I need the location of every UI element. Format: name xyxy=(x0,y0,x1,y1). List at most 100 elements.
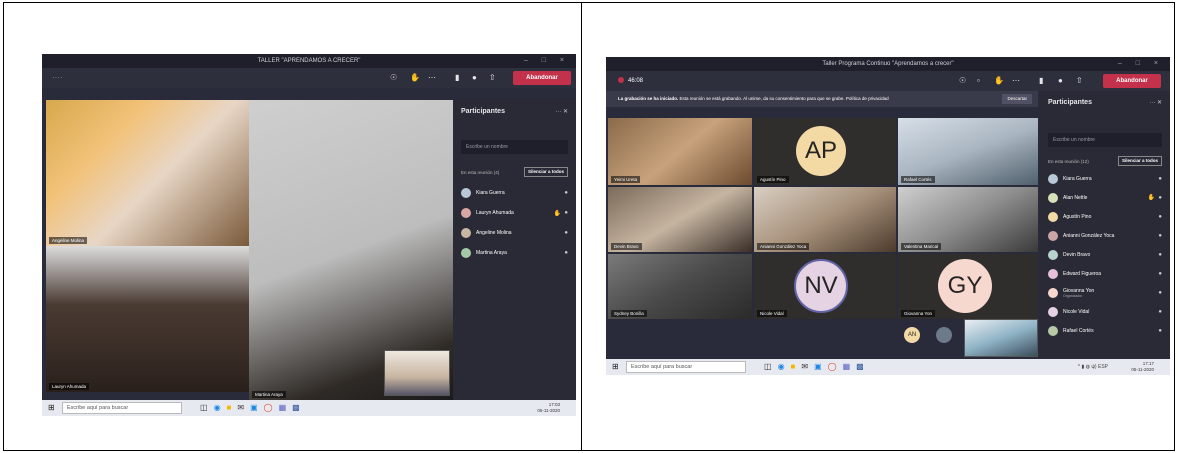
teams-icon[interactable]: ▦ xyxy=(279,403,287,412)
panel-close-icon[interactable]: ··· ✕ xyxy=(1149,99,1162,106)
participant-row[interactable]: Kiara Guerra ● xyxy=(461,183,568,203)
video-tile[interactable]: Devin Bravo xyxy=(608,187,752,252)
mic-icon[interactable]: ● xyxy=(1158,271,1162,277)
edge-icon[interactable]: ◉ xyxy=(214,403,221,412)
mic-icon[interactable]: ● xyxy=(1158,233,1162,239)
participant-name: Alan Nettle xyxy=(1063,194,1088,201)
participant-row[interactable]: Nicole Vidal ● xyxy=(1048,302,1162,321)
banner-text: Esta reunión se está grabando. Al unirse… xyxy=(679,96,889,101)
mic-icon[interactable]: ● xyxy=(1158,195,1162,201)
system-tray[interactable]: ^ ▮ ◍ ψ) ESP xyxy=(1078,364,1108,370)
mail-icon[interactable]: ✉ xyxy=(237,403,244,412)
self-view-tile[interactable] xyxy=(964,319,1038,357)
participant-search-input[interactable]: Escribe un nombre xyxy=(1048,133,1162,147)
self-view-tile[interactable] xyxy=(384,350,450,396)
video-tile[interactable]: Lauryn Ahumada xyxy=(46,246,249,392)
participant-name: Kiara Guerra xyxy=(1063,175,1092,182)
word-icon[interactable]: ▩ xyxy=(292,403,300,412)
leave-button[interactable]: Abandonar xyxy=(513,71,571,85)
participant-search-input[interactable]: Escribe un nombre xyxy=(461,140,568,154)
video-tile[interactable]: AP Agustín Pino xyxy=(754,118,896,185)
mic-icon[interactable]: ● xyxy=(564,230,568,236)
more-menu[interactable]: ···· xyxy=(52,72,63,84)
explorer-icon[interactable]: ■ xyxy=(227,403,232,412)
video-tile[interactable]: NV Nicole Vidal xyxy=(754,254,896,319)
mic-icon[interactable]: ● xyxy=(1158,214,1162,220)
participants-panel: Participantes ··· ✕ Escribe un nombre En… xyxy=(453,100,576,400)
participant-row[interactable]: Devin Bravo ● xyxy=(1048,245,1162,264)
participant-row[interactable]: Giovanna Yon Organizador ● xyxy=(1048,283,1162,302)
participant-row[interactable]: Lauryn Ahumada ✋ ● xyxy=(461,203,568,223)
share-icon[interactable]: ⇧ xyxy=(1076,75,1083,87)
mic-icon[interactable]: ● xyxy=(472,72,477,84)
dismiss-button[interactable]: Descartar xyxy=(1002,94,1032,104)
mic-icon[interactable]: ● xyxy=(564,210,568,216)
window-controls[interactable]: – □ × xyxy=(524,54,570,68)
participant-row[interactable]: Angeline Molina ● xyxy=(461,223,568,243)
leave-button[interactable]: Abandonar xyxy=(1103,74,1161,88)
window-controls[interactable]: – □ × xyxy=(1118,57,1164,71)
mic-icon[interactable]: ● xyxy=(1058,75,1063,87)
chat-icon[interactable]: ▫ xyxy=(977,75,980,87)
windows-start-icon[interactable]: ⊞ xyxy=(48,403,55,412)
word-icon[interactable]: ▩ xyxy=(856,362,864,371)
video-tile[interactable]: Sydney Bonilla xyxy=(608,254,752,319)
taskbar-search-input[interactable]: Escribe aquí para buscar xyxy=(62,402,182,414)
task-view-icon[interactable]: ◫ xyxy=(200,403,208,412)
video-tile[interactable]: GY Giovanna Yon xyxy=(898,254,1038,319)
mic-icon[interactable]: ● xyxy=(1158,309,1162,315)
participant-role: Organizador xyxy=(1063,293,1083,298)
participant-name-block: Kiara Guerra xyxy=(1063,176,1155,182)
more-options-icon[interactable]: ⋯ xyxy=(1012,75,1020,87)
mic-icon[interactable]: ● xyxy=(1158,252,1162,258)
mic-icon[interactable]: ● xyxy=(1158,328,1162,334)
teams-icon[interactable]: ▦ xyxy=(843,362,851,371)
participant-row[interactable]: Agustín Pino ● xyxy=(1048,207,1162,226)
office-icon[interactable]: ◯ xyxy=(264,403,273,412)
participant-row[interactable]: Kiara Guerra ● xyxy=(1048,169,1162,188)
taskbar-clock[interactable]: 17:17 05-11-2020 xyxy=(1131,361,1154,373)
raise-hand-icon[interactable]: ✋ xyxy=(410,72,420,84)
panel-close-icon[interactable]: ··· ✕ xyxy=(555,108,568,115)
mic-icon[interactable]: ● xyxy=(1158,290,1162,296)
participant-row[interactable]: Martina Araya ● xyxy=(461,243,568,263)
explorer-icon[interactable]: ■ xyxy=(791,362,796,371)
participant-avatar xyxy=(461,208,471,218)
participant-name-block: Nicole Vidal xyxy=(1063,309,1155,315)
participant-row[interactable]: Edward Figueroa ● xyxy=(1048,264,1162,283)
video-tile[interactable]: Valentina Marical xyxy=(898,187,1038,252)
video-tile[interactable]: Rafael Cortés xyxy=(898,118,1038,185)
task-view-icon[interactable]: ◫ xyxy=(764,362,772,371)
more-options-icon[interactable]: ⋯ xyxy=(428,72,436,84)
participants-icon[interactable]: ☉ xyxy=(390,72,397,84)
participant-row[interactable]: Rafael Cortés ● xyxy=(1048,321,1162,340)
tile-name: Nicole Vidal xyxy=(757,310,787,317)
mic-icon[interactable]: ● xyxy=(564,250,568,256)
store-icon[interactable]: ▣ xyxy=(250,403,258,412)
mic-icon[interactable]: ● xyxy=(1158,176,1162,182)
mute-all-button[interactable]: Silenciar a todos xyxy=(1117,156,1162,166)
overflow-avatar-photo[interactable] xyxy=(936,327,952,343)
overflow-avatar[interactable]: AN xyxy=(904,327,920,343)
participants-icon[interactable]: ☉ xyxy=(959,75,966,87)
share-icon[interactable]: ⇧ xyxy=(489,72,496,84)
participant-row[interactable]: Alan Nettle ✋ ● xyxy=(1048,188,1162,207)
store-icon[interactable]: ▣ xyxy=(814,362,822,371)
taskbar-search-input[interactable]: Escribe aquí para buscar xyxy=(626,361,746,373)
office-icon[interactable]: ◯ xyxy=(828,362,837,371)
participant-avatar xyxy=(1048,268,1058,279)
mute-all-button[interactable]: Silenciar a todos xyxy=(523,167,568,177)
mic-icon[interactable]: ● xyxy=(564,190,568,196)
mail-icon[interactable]: ✉ xyxy=(801,362,808,371)
window-title: TALLER "APRENDAMOS A CRECER" xyxy=(257,58,361,64)
edge-icon[interactable]: ◉ xyxy=(778,362,785,371)
camera-icon[interactable]: ▮ xyxy=(1039,75,1043,87)
raise-hand-icon[interactable]: ✋ xyxy=(994,75,1004,87)
camera-icon[interactable]: ▮ xyxy=(455,72,459,84)
windows-start-icon[interactable]: ⊞ xyxy=(612,362,619,371)
video-tile[interactable]: Angeline Molina xyxy=(46,100,249,246)
video-tile[interactable]: Yeimi Ureta xyxy=(608,118,752,185)
taskbar-clock[interactable]: 17:03 05-11-2020 xyxy=(537,402,560,414)
participant-row[interactable]: Anianni González Yoca ● xyxy=(1048,226,1162,245)
video-tile[interactable]: Anianni González Yoca xyxy=(754,187,896,252)
